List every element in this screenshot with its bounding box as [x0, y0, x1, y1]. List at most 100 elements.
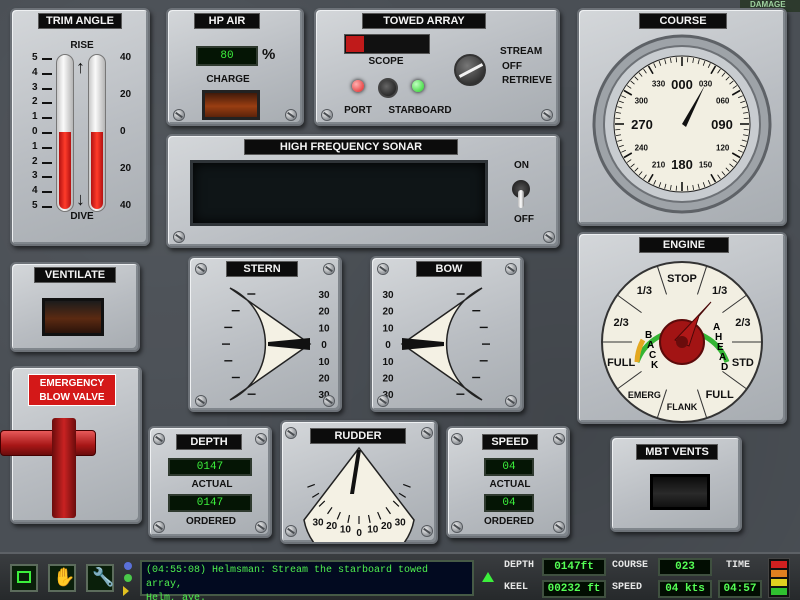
screw	[174, 110, 184, 120]
engine-order-label: EMERG	[628, 390, 661, 400]
trim-fill-right	[91, 132, 103, 209]
screw	[324, 396, 334, 406]
trim-left-tick-label: 2	[32, 96, 38, 108]
scope-meter-fill	[346, 36, 364, 52]
trim-tube-left	[56, 54, 74, 212]
sonar-display	[190, 160, 488, 226]
sonar-switch-lever	[518, 190, 524, 208]
course-gauge: 000 030060 090 120150 180 210240 270 300330	[592, 34, 772, 214]
stern-gauge: 3020100102030	[222, 287, 330, 401]
course-readout-label: COURSE	[612, 560, 649, 571]
screw	[378, 396, 388, 406]
trim-tube-right	[88, 54, 106, 212]
rudder-scale-tick	[311, 492, 320, 498]
trim-left-tick-label: 3	[32, 170, 38, 182]
speed-actual-label: ACTUAL	[489, 479, 531, 490]
depth-readout-value: 0147ft	[542, 558, 606, 576]
speed-ordered-value[interactable]: 04	[484, 494, 534, 512]
rudder-scale-tick	[402, 483, 411, 488]
depth-ordered-label: ORDERED	[185, 516, 236, 527]
plane-scale-label: 10	[382, 357, 394, 368]
status-bar: ✋ 🔧 (04:55:08) Helmsman: Stream the star…	[0, 552, 800, 600]
course-dial-label: 270	[631, 117, 653, 132]
screw	[322, 110, 332, 120]
plane-scale-label: 20	[382, 374, 394, 385]
rudder-scale-label: 0	[356, 528, 362, 539]
trim-left-tick-label: 4	[32, 66, 38, 78]
rudder-scale-label: 20	[381, 521, 393, 532]
trim-dive-label: DIVE	[70, 211, 94, 222]
trim-right-tick-label: 20	[120, 163, 132, 174]
keel-readout-value: 00232 ft	[542, 580, 606, 598]
hp-air-unit: %	[262, 46, 276, 63]
ventilate-panel: VENTILATE	[10, 262, 140, 352]
trim-down-arrow-icon: ↓	[76, 189, 85, 209]
plane-scale-label: 30	[318, 290, 330, 301]
msg-scroll-down-icon[interactable]	[123, 586, 129, 596]
hp-air-panel: HP AIR 80 % CHARGE	[166, 8, 304, 126]
msg-scroll-up-icon[interactable]	[124, 562, 132, 570]
screw	[154, 434, 164, 444]
stream-retrieve-knob[interactable]	[454, 54, 486, 86]
rudder-scale-label: 20	[326, 521, 338, 532]
emergency-blow-line2: BLOW VALVE	[39, 392, 105, 403]
hp-air-charge-button[interactable]	[202, 90, 260, 120]
trim-left-tick-label: 2	[32, 155, 38, 167]
rudder-scale-tick	[398, 492, 407, 498]
trim-left-tick	[42, 146, 52, 149]
course-dial-label: 120	[716, 144, 730, 153]
trim-left-tick	[42, 176, 52, 179]
plane-scale-label: 20	[318, 374, 330, 385]
message-up-arrow-icon[interactable]	[482, 572, 494, 582]
trim-right-tick-label: 0	[120, 126, 126, 137]
stream-label: STREAM	[500, 46, 543, 57]
msg-scroll-mid-icon[interactable]	[124, 574, 132, 582]
time-readout-value: 04:57	[718, 580, 762, 598]
screw	[542, 110, 552, 120]
sonar-power-switch[interactable]	[512, 180, 530, 210]
course-dial-label: 180	[671, 157, 693, 172]
emergency-blow-lever-shaft	[52, 418, 76, 518]
screw	[506, 396, 516, 406]
rudder-scale-label: 10	[367, 525, 379, 536]
ventilate-title: VENTILATE	[34, 267, 116, 283]
repair-button[interactable]: 🔧	[86, 564, 114, 592]
ventilate-button[interactable]	[42, 298, 104, 336]
damage-status-meter	[768, 558, 790, 598]
trim-left-tick-label: 5	[32, 200, 38, 211]
speed-ordered-label: ORDERED	[483, 516, 534, 527]
mbt-vents-panel: MBT VENTS	[610, 436, 742, 532]
plane-scale-label: 10	[382, 323, 394, 334]
course-dial-label: 090	[711, 117, 733, 132]
plane-scale-label: 10	[318, 357, 330, 368]
trim-up-arrow-icon: ↑	[76, 57, 85, 77]
plane-scale-label: 0	[385, 340, 391, 351]
emergency-blow-lever[interactable]	[0, 430, 96, 456]
speed-readout-value: 04 kts	[658, 580, 712, 598]
port-label: PORT	[344, 105, 372, 116]
window-toggle-button[interactable]	[10, 564, 38, 592]
screw	[422, 428, 432, 438]
trim-left-tick	[42, 191, 52, 194]
screw	[256, 434, 266, 444]
port-starboard-toggle[interactable]	[378, 78, 398, 98]
bow-gauge: 3020100102030	[382, 287, 490, 401]
message-line-1: (04:55:08) Helmsman: Stream the starboar…	[146, 565, 429, 590]
trim-left-tick	[42, 58, 52, 60]
trim-rise-label: RISE	[70, 40, 94, 51]
engine-panel: ENGINE STOP 1/3 2/3 STD FULL FLANK EMERG FULL 2/…	[577, 232, 787, 424]
course-dial-label: 150	[699, 161, 713, 170]
mbt-vents-title: MBT VENTS	[636, 444, 718, 460]
depth-title: DEPTH	[176, 434, 242, 450]
mbt-vents-button[interactable]	[650, 474, 710, 510]
crew-button[interactable]: ✋	[48, 564, 76, 592]
screw	[554, 522, 564, 532]
engine-order-label: 2/3	[613, 317, 628, 329]
speed-panel: SPEED 04 ACTUAL 04 ORDERED	[446, 426, 570, 538]
engine-order-label: 1/3	[712, 285, 727, 297]
course-dial-label: 000	[671, 77, 693, 92]
engine-order-label: STOP	[667, 273, 697, 285]
course-dial-label: 240	[635, 144, 649, 153]
engine-title: ENGINE	[639, 237, 729, 253]
depth-ordered-value[interactable]: 0147	[168, 494, 252, 512]
